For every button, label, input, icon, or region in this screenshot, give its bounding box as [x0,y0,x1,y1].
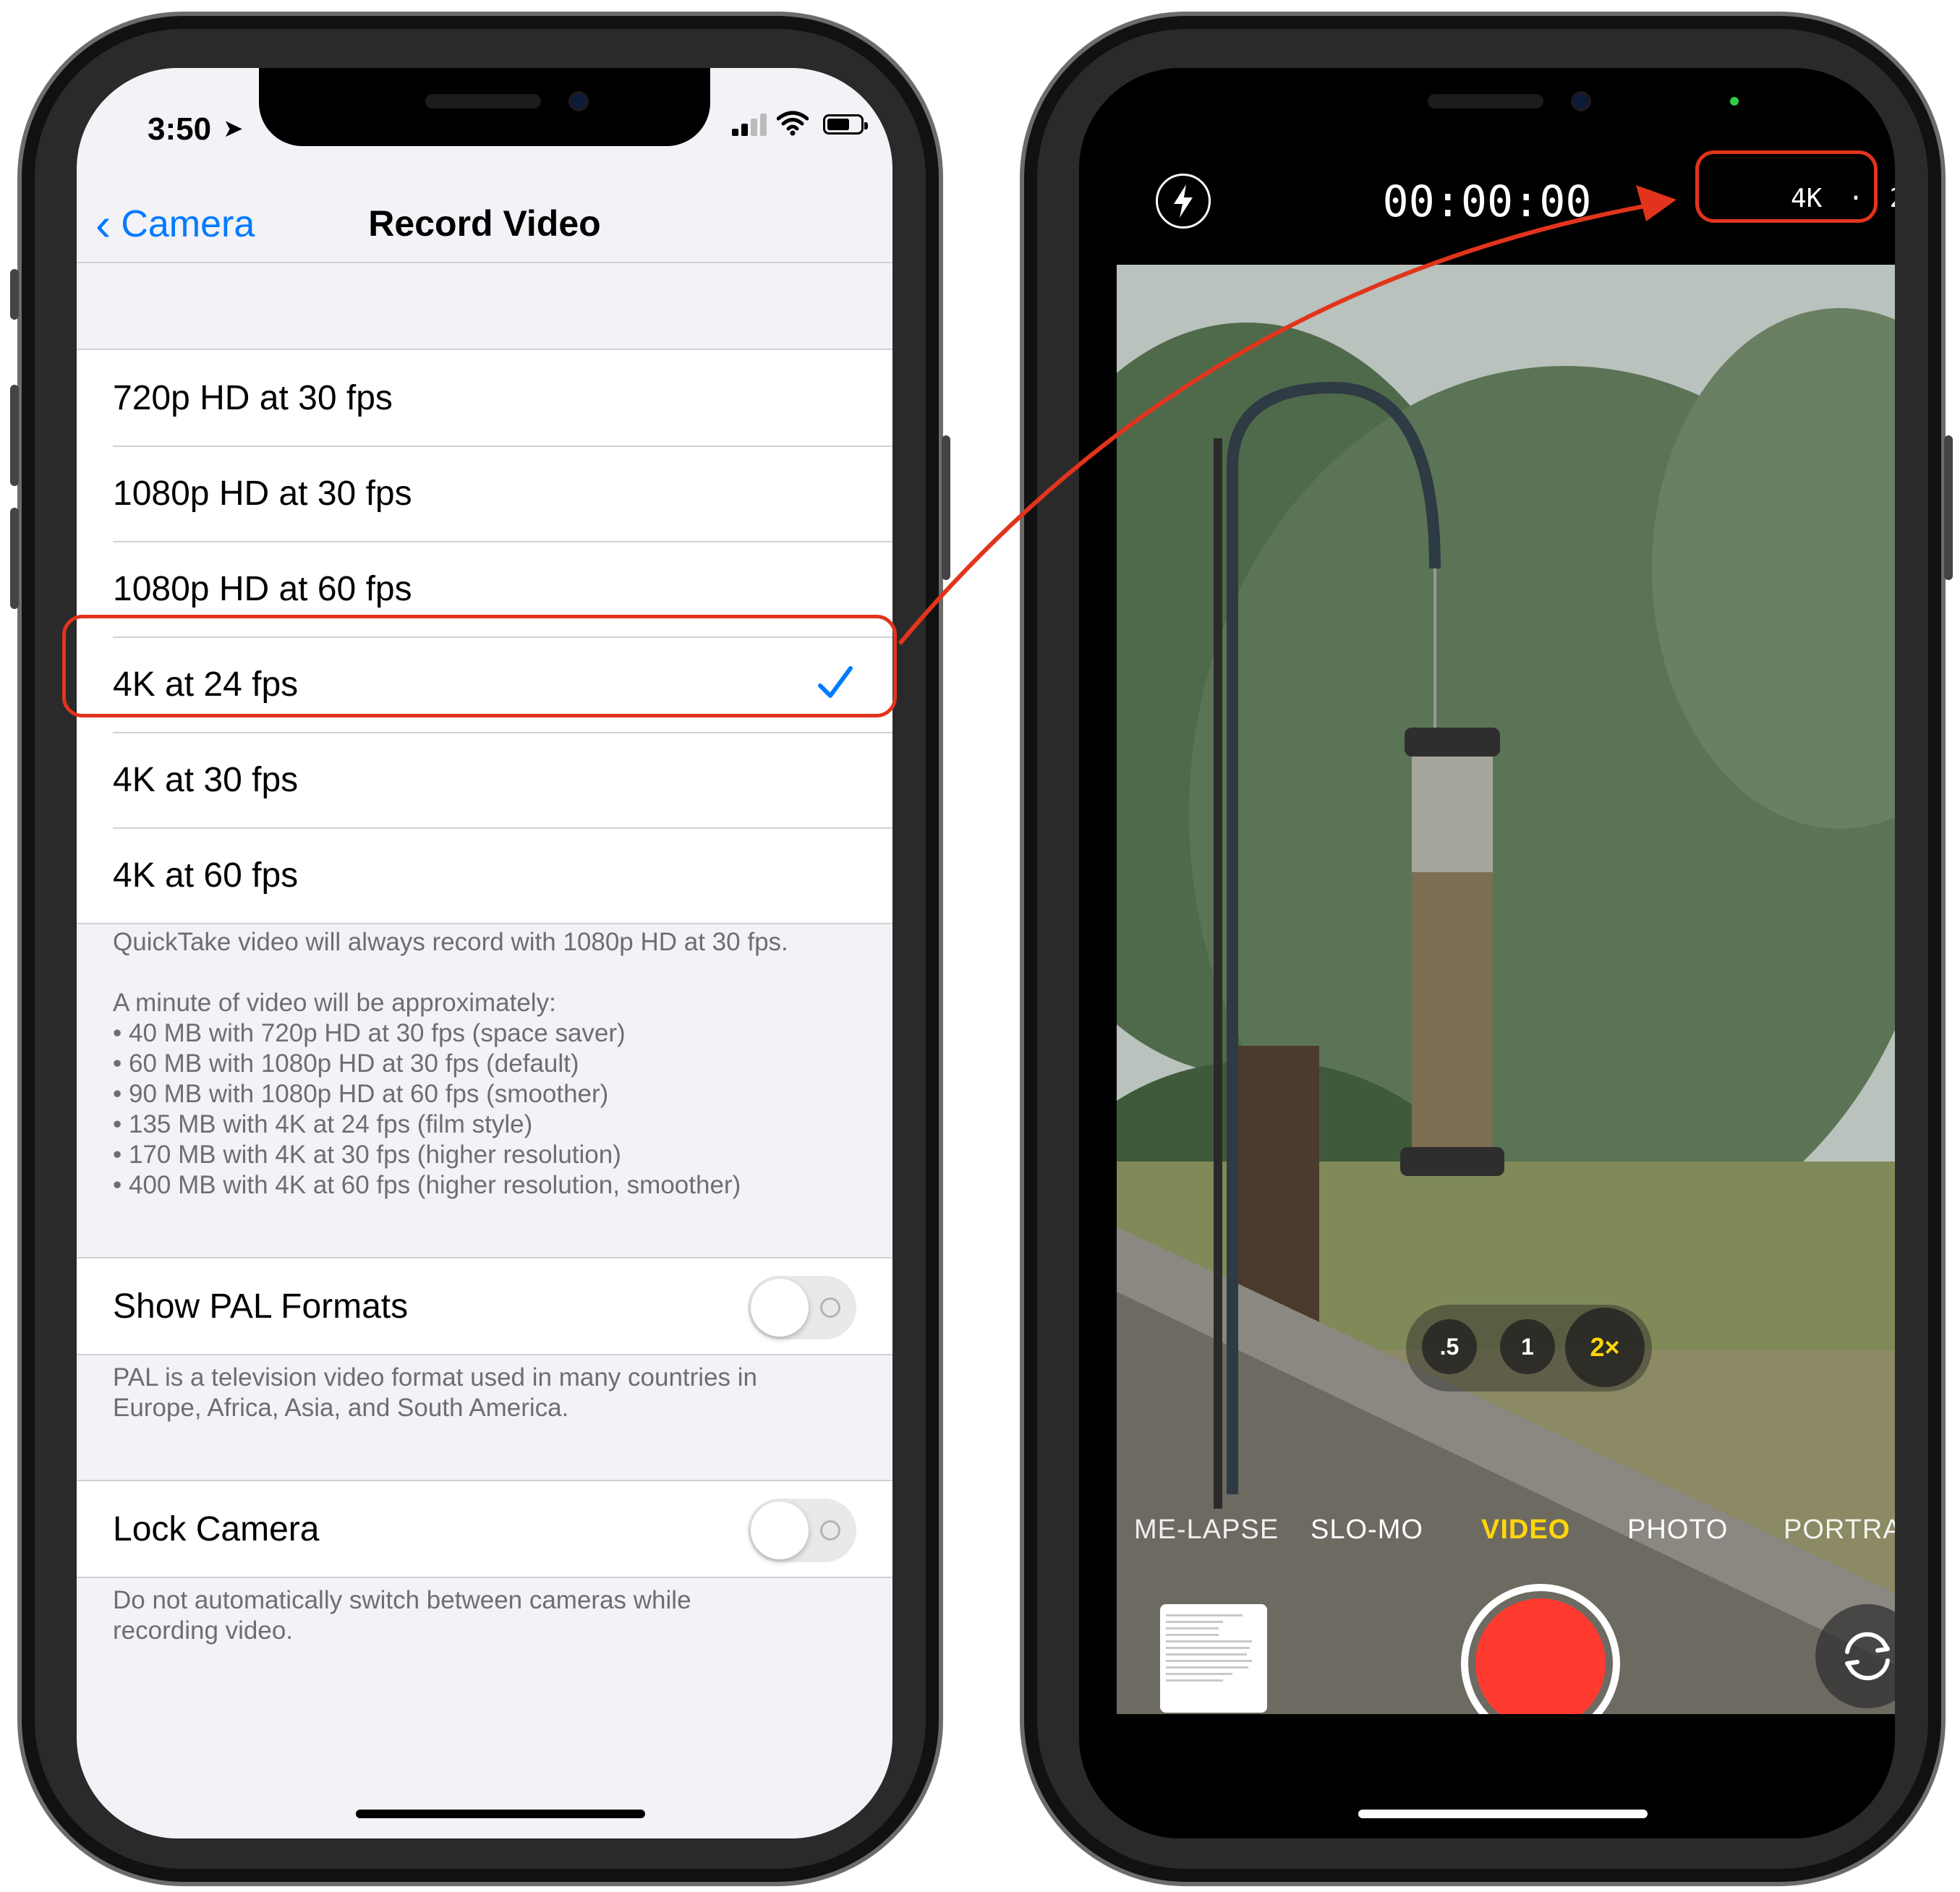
resolution-footer: QuickTake video will always record with … [113,927,865,1201]
size-intro: A minute of video will be approximately: [113,989,556,1017]
battery-icon [823,114,868,135]
option-label: 1080p HD at 60 fps [113,569,412,608]
page-title: Record Video [368,203,601,244]
mode-photo[interactable]: PHOTO [1627,1514,1728,1546]
size-line: • 400 MB with 4K at 60 fps (higher resol… [113,1171,741,1199]
lock-camera-footer: Do not automatically switch between came… [113,1585,865,1646]
pal-footer: PAL is a television video format used in… [113,1363,865,1423]
cellular-signal-icon [732,113,768,136]
mode-portrait[interactable]: PORTRA [1784,1514,1895,1546]
size-line: • 90 MB with 1080p HD at 60 fps (smoothe… [113,1080,609,1108]
front-camera [1571,91,1591,111]
earpiece-speaker [425,94,541,108]
mode-video[interactable]: VIDEO [1481,1514,1570,1546]
home-indicator[interactable] [356,1810,645,1818]
selected-option-highlight [62,615,897,717]
option-row-1080p-30[interactable]: 1080p HD at 30 fps [77,446,892,541]
option-row-4k-60[interactable]: 4K at 60 fps [77,827,892,923]
side-button [942,435,950,580]
camera-mode-selector: ME-LAPSE SLO-MO VIDEO PHOTO PORTRA [1117,1514,1895,1558]
camera-screen: 00:00:00 4K · 24 [1079,68,1895,1838]
zoom-2-button[interactable]: 2× [1565,1308,1645,1387]
option-label: 4K at 30 fps [113,760,299,799]
size-line: • 170 MB with 4K at 30 fps (higher resol… [113,1141,621,1169]
earpiece-speaker [1428,94,1543,108]
option-label: 4K at 60 fps [113,856,299,895]
size-line: • 60 MB with 1080p HD at 30 fps (default… [113,1049,579,1078]
record-button-fill [1475,1598,1606,1714]
iphone-frame-camera: 00:00:00 4K · 24 [1020,12,1953,1886]
notch [259,68,710,146]
mode-slo-mo[interactable]: SLO-MO [1311,1514,1423,1546]
pal-formats-row: Show PAL Formats [77,1258,892,1354]
option-label: 720p HD at 30 fps [113,378,393,417]
lock-camera-footer-text: Do not automatically switch between came… [113,1586,691,1645]
lock-camera-toggle[interactable] [748,1499,856,1562]
status-time: 3:50 [148,111,212,147]
navigation-bar: ‹ Camera Record Video [77,169,892,263]
viewfinder-scene [1117,265,1895,1714]
location-arrow-icon: ➤ [223,115,244,142]
option-row-4k-30[interactable]: 4K at 30 fps [77,732,892,827]
pal-group: Show PAL Formats [77,1257,892,1355]
wifi-icon [777,111,809,136]
quicktake-note: QuickTake video will always record with … [113,928,788,956]
camera-flip-button[interactable] [1815,1604,1895,1708]
comparison-stage: 3:50 ➤ ‹ Camera Record Video 720p HD at … [0,0,1960,1892]
volume-up-button [10,385,19,486]
zoom-0-5-button[interactable]: .5 [1422,1319,1477,1374]
format-badge-highlight [1695,150,1878,223]
lock-camera-group: Lock Camera [77,1480,892,1578]
zoom-1-button[interactable]: 1 [1500,1319,1555,1374]
notch [1261,68,1713,146]
pal-footer-text: PAL is a television video format used in… [113,1363,757,1422]
pal-formats-toggle[interactable] [748,1276,856,1339]
camera-viewfinder[interactable]: .5 1 2× ME-LAPSE SLO-MO VIDEO PHOTO PORT… [1117,265,1895,1714]
lock-camera-row: Lock Camera [77,1481,892,1577]
settings-screen: 3:50 ➤ ‹ Camera Record Video 720p HD at … [77,68,892,1838]
option-label: 1080p HD at 30 fps [113,474,412,513]
last-capture-thumbnail[interactable] [1160,1604,1267,1713]
camera-flip-icon [1845,1632,1890,1681]
silent-switch [10,269,19,320]
format-fps: 24 [1890,184,1895,213]
size-line: • 40 MB with 720p HD at 30 fps (space sa… [113,1019,626,1047]
camera-in-use-indicator [1730,97,1739,106]
iphone-frame-settings: 3:50 ➤ ‹ Camera Record Video 720p HD at … [10,12,950,1886]
home-indicator[interactable] [1358,1810,1648,1818]
lock-camera-label: Lock Camera [113,1509,320,1548]
size-line: • 135 MB with 4K at 24 fps (film style) [113,1110,533,1138]
pal-formats-label: Show PAL Formats [113,1287,409,1326]
mode-time-lapse[interactable]: ME-LAPSE [1134,1514,1279,1546]
option-row-720p-30[interactable]: 720p HD at 30 fps [77,350,892,446]
volume-down-button [10,508,19,609]
front-camera [568,91,589,111]
side-button [1944,435,1953,580]
